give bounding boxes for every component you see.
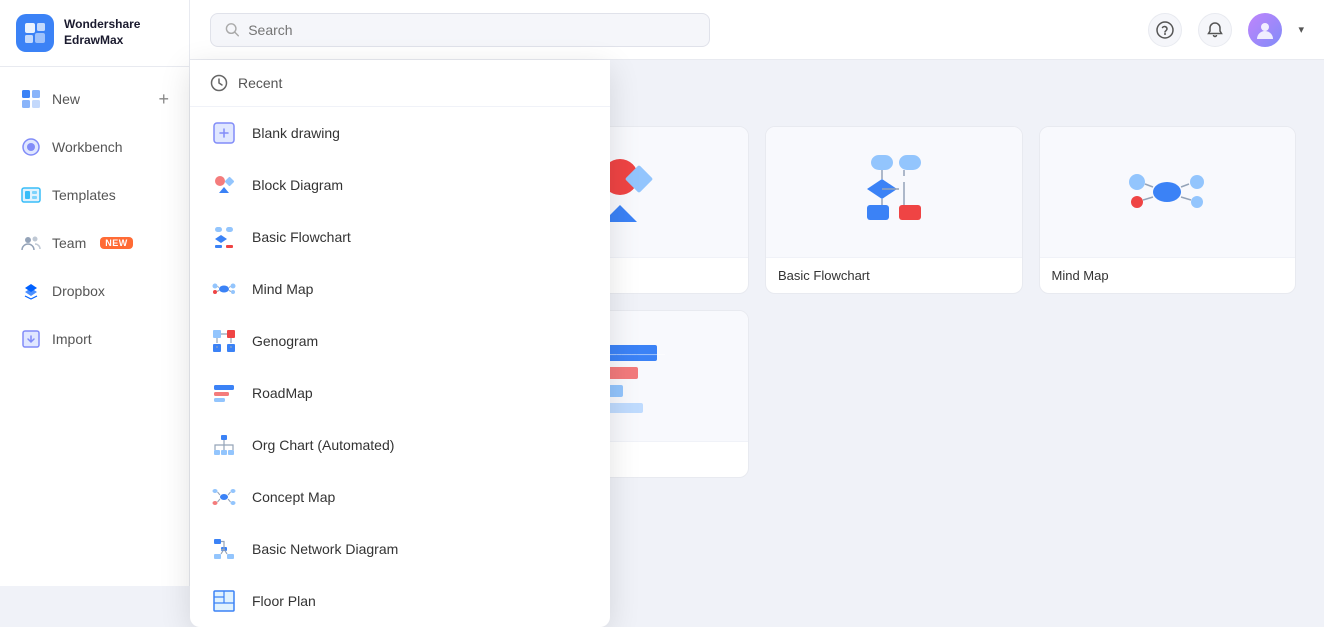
sidebar-nav: New + Workbench Templa	[0, 67, 189, 586]
sidebar-item-import[interactable]: Import	[0, 315, 189, 363]
dropdown-network-icon	[210, 535, 238, 563]
notification-button[interactable]	[1198, 13, 1232, 47]
template-label-basic-flowchart: Basic Flowchart	[766, 257, 1022, 293]
dropdown-blank-icon	[210, 119, 238, 147]
team-icon	[20, 232, 42, 254]
dropdown-mindmap-icon	[210, 275, 238, 303]
dropbox-icon	[20, 280, 42, 302]
dropdown-item-roadmap[interactable]: RoadMap	[190, 367, 610, 419]
avatar-icon	[1254, 19, 1276, 41]
sidebar-item-templates[interactable]: Templates	[0, 171, 189, 219]
dropdown-flowchart-icon	[210, 223, 238, 251]
template-preview-basic-flowchart	[766, 127, 1022, 257]
avatar-chevron-icon[interactable]: ▾	[1298, 23, 1304, 36]
sidebar-item-templates-label: Templates	[52, 187, 116, 203]
sidebar-item-dropbox-label: Dropbox	[52, 283, 105, 299]
dropdown-item-block-diagram[interactable]: Block Diagram	[190, 159, 610, 211]
dropdown-floorplan-icon	[210, 587, 238, 615]
help-button[interactable]	[1148, 13, 1182, 47]
help-icon	[1156, 21, 1174, 39]
dropdown-item-blank-drawing-label: Blank drawing	[252, 125, 340, 141]
templates-icon	[20, 184, 42, 206]
dropdown-header-label: Recent	[238, 75, 282, 91]
dropdown-item-basic-flowchart[interactable]: Basic Flowchart	[190, 211, 610, 263]
template-preview-mind-map	[1040, 127, 1296, 257]
dropdown-block-icon	[210, 171, 238, 199]
sidebar-item-workbench-label: Workbench	[52, 139, 123, 155]
mindmap-preview-svg	[1122, 147, 1212, 237]
recent-icon	[210, 74, 228, 92]
dropdown-item-basic-flowchart-label: Basic Flowchart	[252, 229, 351, 245]
dropdown-header: Recent	[190, 60, 610, 107]
template-label-mind-map: Mind Map	[1040, 257, 1296, 293]
dropdown-item-basic-network-label: Basic Network Diagram	[252, 541, 398, 557]
logo-icon	[16, 14, 54, 52]
sidebar-item-new-label: New	[52, 91, 80, 107]
dropdown-item-concept-map-label: Concept Map	[252, 489, 335, 505]
dropdown-conceptmap-icon	[210, 483, 238, 511]
dropdown-item-mind-map-label: Mind Map	[252, 281, 313, 297]
template-card-basic-flowchart[interactable]: Basic Flowchart	[765, 126, 1023, 294]
new-plus-icon: +	[158, 89, 169, 110]
dropdown-item-org-chart[interactable]: Org Chart (Automated)	[190, 419, 610, 471]
dropdown-item-concept-map[interactable]: Concept Map	[190, 471, 610, 523]
dropdown-item-mind-map[interactable]: Mind Map	[190, 263, 610, 315]
dropdown-item-roadmap-label: RoadMap	[252, 385, 313, 401]
logo-text: Wondershare EdrawMax	[64, 17, 140, 48]
sidebar-item-workbench[interactable]: Workbench	[0, 123, 189, 171]
dropdown-item-floor-plan[interactable]: Floor Plan	[190, 575, 610, 627]
dropdown-item-org-chart-label: Org Chart (Automated)	[252, 437, 394, 453]
dropdown-item-genogram-label: Genogram	[252, 333, 318, 349]
workbench-icon	[20, 136, 42, 158]
bell-icon	[1206, 21, 1224, 39]
dropdown-menu: Recent Blank drawing	[190, 60, 610, 627]
sidebar-item-import-label: Import	[52, 331, 92, 347]
header: ▾	[190, 0, 1324, 60]
dropdown-item-basic-network[interactable]: Basic Network Diagram	[190, 523, 610, 575]
dropdown-item-floor-plan-label: Floor Plan	[252, 593, 316, 609]
template-card-mind-map[interactable]: Mind Map	[1039, 126, 1297, 294]
new-icon	[20, 88, 42, 110]
search-input[interactable]	[248, 22, 695, 38]
flowchart-preview-svg	[849, 147, 939, 237]
sidebar-item-new[interactable]: New +	[0, 75, 189, 123]
dropdown-item-blank-drawing[interactable]: Blank drawing	[190, 107, 610, 159]
dropdown-item-genogram[interactable]: Genogram	[190, 315, 610, 367]
sidebar-item-dropbox[interactable]: Dropbox	[0, 267, 189, 315]
avatar[interactable]	[1248, 13, 1282, 47]
dropdown-genogram-icon	[210, 327, 238, 355]
dropdown-orgchart-icon	[210, 431, 238, 459]
sidebar-item-team[interactable]: Team NEW	[0, 219, 189, 267]
dropdown-roadmap-icon	[210, 379, 238, 407]
search-bar[interactable]	[210, 13, 710, 47]
dropdown-item-block-diagram-label: Block Diagram	[252, 177, 343, 193]
logo-container: Wondershare EdrawMax	[0, 0, 189, 67]
import-icon	[20, 328, 42, 350]
new-badge: NEW	[100, 237, 133, 249]
sidebar-item-team-label: Team	[52, 235, 86, 251]
main-content: ▾ Classification + Blank drawing	[190, 0, 1324, 586]
sidebar: Wondershare EdrawMax New +	[0, 0, 190, 586]
search-icon	[225, 22, 240, 38]
header-actions: ▾	[1148, 13, 1304, 47]
